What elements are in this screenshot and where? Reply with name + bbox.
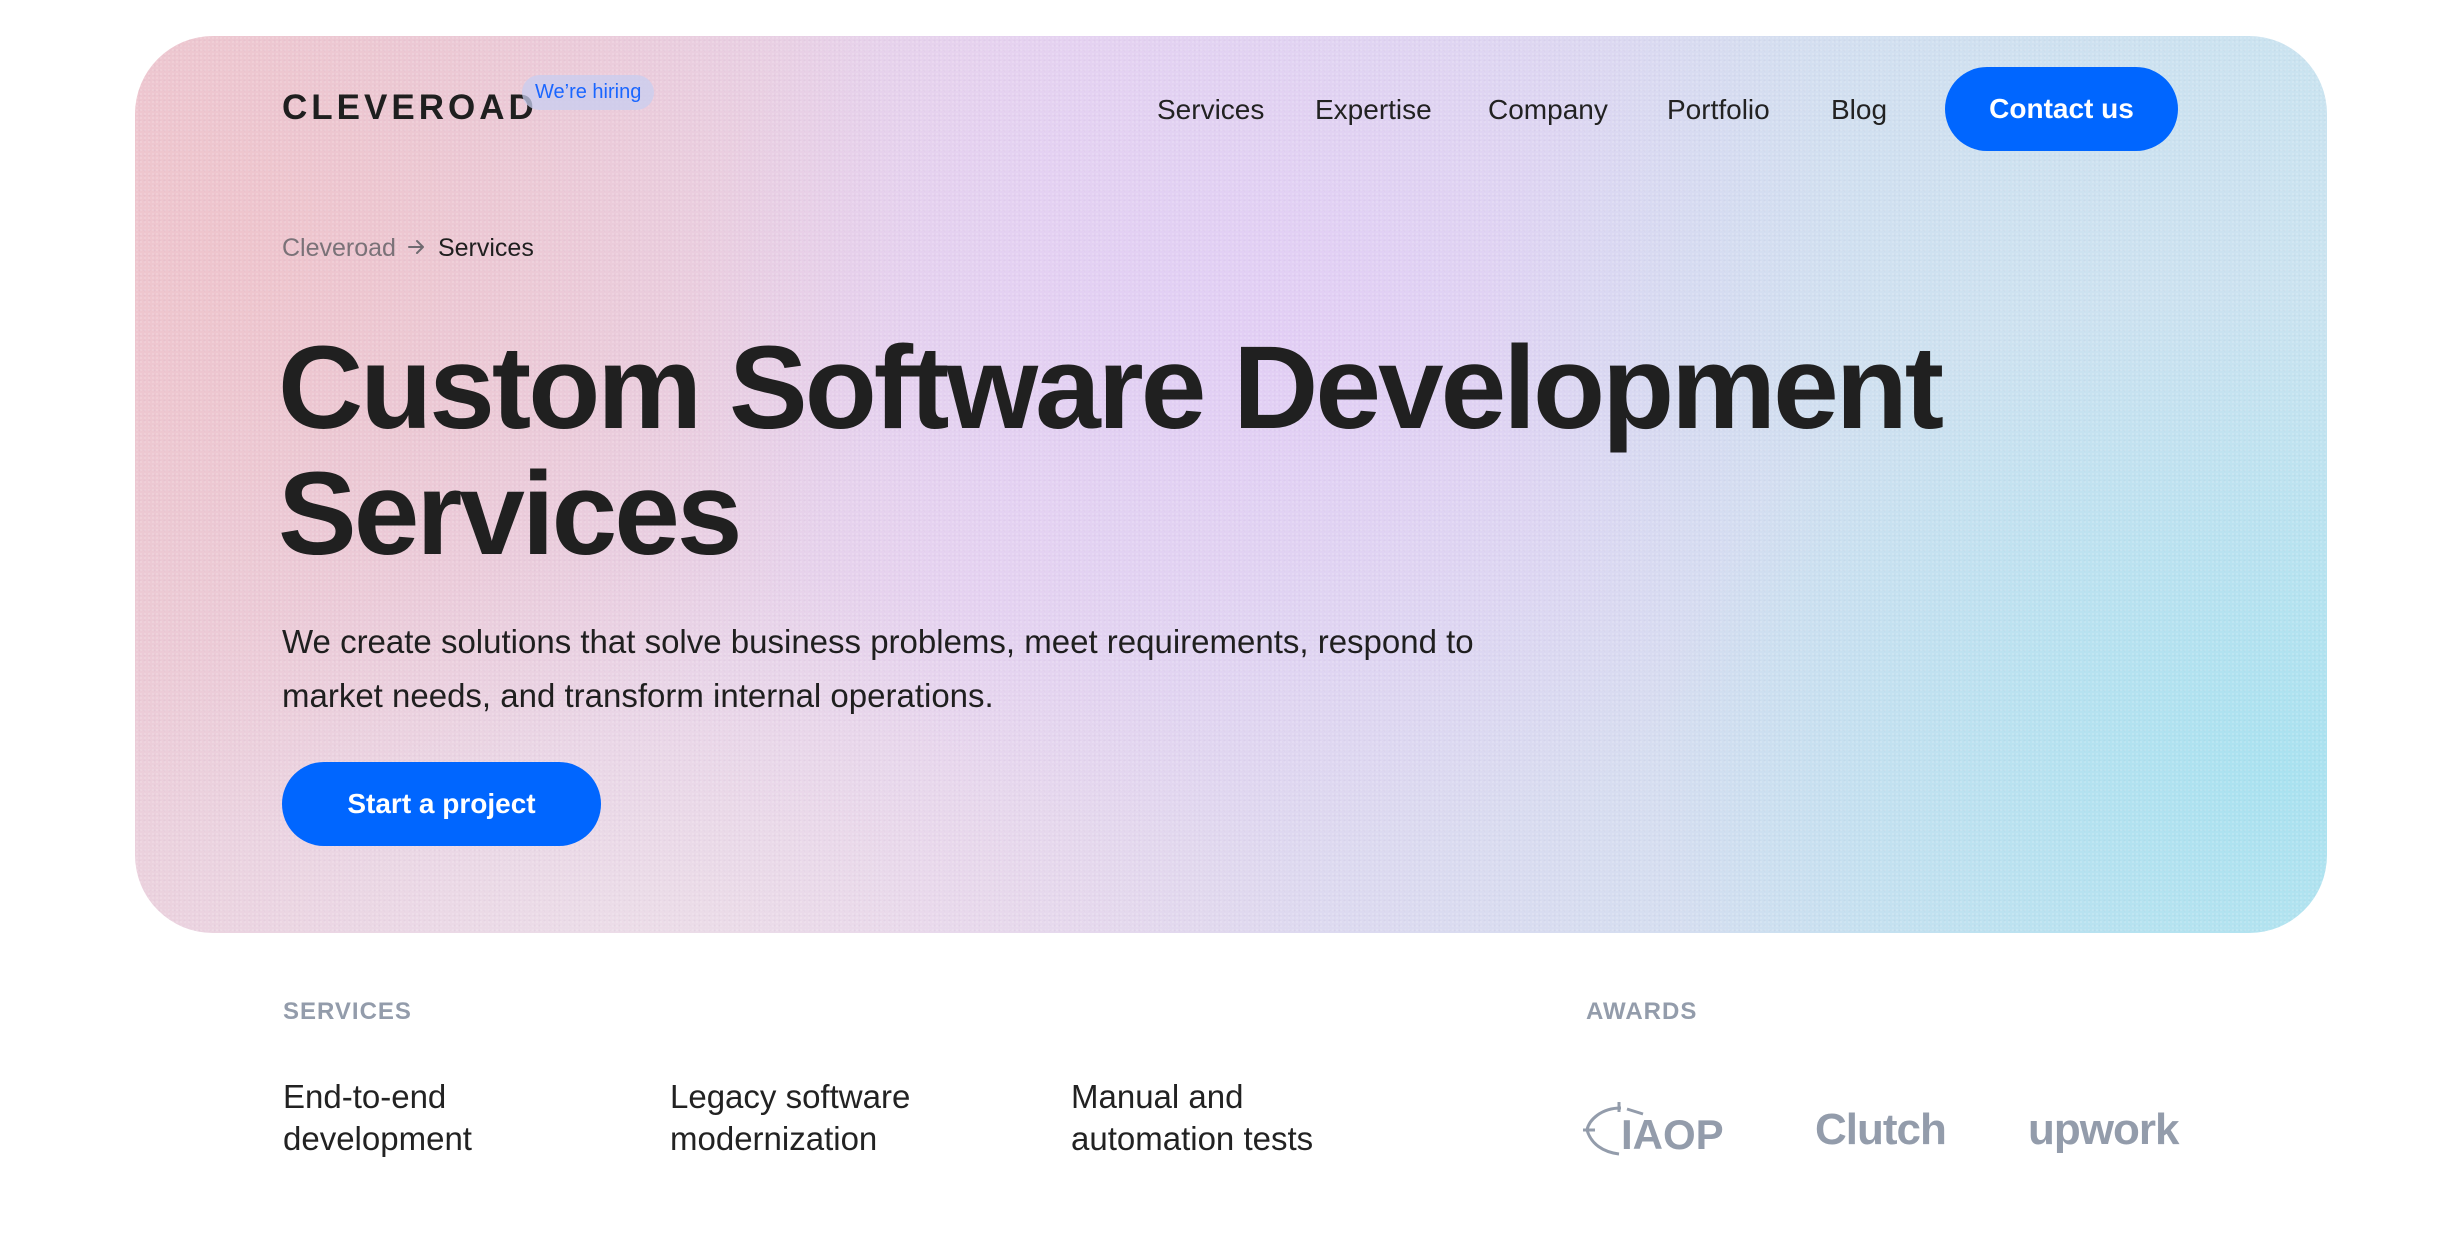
services-label: SERVICES [283,998,412,1025]
page: CLEVEROAD We’re hiring Services Expertis… [0,0,2460,1248]
page-title: Custom Software Development Services [278,325,2178,577]
nav-services[interactable]: Services [1157,92,1264,128]
upwork-logo-icon: Upwork [2028,1100,2179,1160]
breadcrumb-home-link[interactable]: Cleveroad [282,234,396,263]
service-item-line1: Manual and [1071,1078,1244,1115]
cleveroad-logo[interactable]: CLEVEROAD [282,88,538,128]
service-item-line2: automation tests [1071,1120,1314,1157]
nav-portfolio[interactable]: Portfolio [1667,92,1770,128]
hero-description: We create solutions that solve business … [282,615,1682,723]
clutch-logo-icon: Clutch [1815,1100,1947,1160]
clutch-logo-text: Clutch [1815,1105,1947,1154]
page-title-line1: Custom Software Development [278,322,1944,454]
upwork-logo-text: Upwork [2028,1105,2179,1154]
page-title-line2: Services [278,448,743,580]
arrow-right-icon [407,235,426,261]
service-item-line2: modernization [670,1120,878,1157]
awards-label: AWARDS [1586,998,1698,1025]
service-item-end-to-end[interactable]: End-to-end development [283,1076,472,1160]
start-project-button[interactable]: Start a project [282,762,601,846]
service-item-testing[interactable]: Manual and automation tests [1071,1076,1313,1160]
nav-blog[interactable]: Blog [1831,92,1887,128]
service-item-line1: Legacy software [670,1078,911,1115]
service-item-line1: End-to-end [283,1078,447,1115]
iaop-logo-icon: IAOP [1583,1100,1743,1160]
iaop-logo-text: IAOP [1621,1111,1724,1158]
breadcrumb: Cleveroad Services [282,232,534,264]
hiring-badge[interactable]: We’re hiring [522,75,655,110]
breadcrumb-current: Services [437,233,534,262]
service-item-legacy[interactable]: Legacy software modernization [670,1076,910,1160]
nav-company[interactable]: Company [1488,92,1608,128]
contact-us-button[interactable]: Contact us [1945,67,2178,151]
service-item-line2: development [283,1120,472,1157]
hero-description-line1: We create solutions that solve business … [282,623,1474,660]
nav-expertise[interactable]: Expertise [1315,92,1432,128]
hero-description-line2: market needs, and transform internal ope… [282,677,994,714]
